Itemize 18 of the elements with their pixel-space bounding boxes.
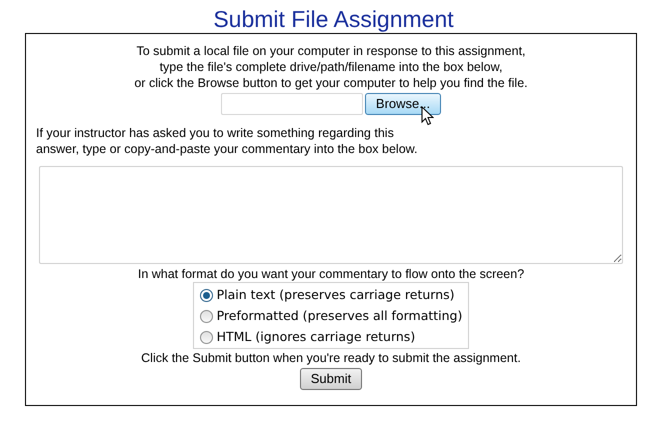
radio-label: Preformatted (preserves all formatting) — [216, 307, 462, 326]
commentary-field[interactable] — [39, 166, 623, 264]
instruction-text: If your instructor has asked you to write something regarding this — [36, 125, 395, 141]
radio-button[interactable] — [200, 310, 213, 323]
radio-label: Plain text (preserves carriage returns) — [216, 286, 455, 304]
browse-button[interactable]: Browse... — [364, 93, 442, 115]
format-question: In what format do you want your commentary to flow onto the screen? — [138, 266, 524, 282]
instruction-text: or click the Browse button to get your computer to help you find the file. — [134, 75, 528, 91]
file-path-field[interactable] — [220, 93, 363, 115]
radio-button[interactable] — [200, 289, 213, 302]
page-title: Submit File Assignment — [213, 5, 454, 33]
instruction-text: To submit a local file on your computer in response to this assignment, — [136, 43, 526, 59]
submit-instruction: Click the Submit button when you're ready to submit the assignment. — [141, 350, 521, 366]
instruction-text: answer, type or copy-and-paste your commentary into the box below. — [36, 141, 418, 157]
instruction-text: type the file's complete drive/path/filename into the box below, — [160, 59, 502, 75]
radio-label: HTML (ignores carriage returns) — [216, 328, 416, 346]
submit-button[interactable]: Submit — [300, 368, 362, 390]
radio-button[interactable] — [200, 331, 213, 344]
